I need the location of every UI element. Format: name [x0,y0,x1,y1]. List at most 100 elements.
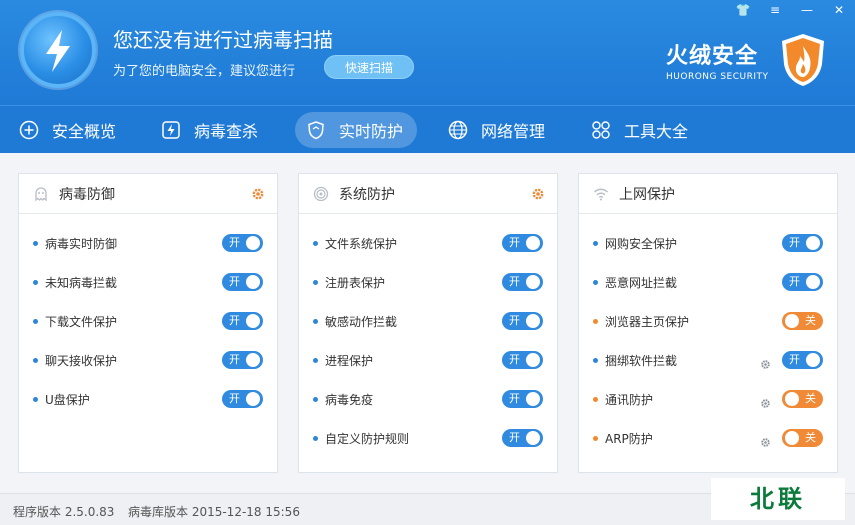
toggle-switch[interactable]: 开 [222,234,263,252]
toggle-switch[interactable]: 开 [502,273,543,291]
tab-virus-scan[interactable]: 病毒查杀 [160,112,258,148]
settings-gear-icon[interactable] [760,394,771,413]
bullet [33,397,38,402]
toggle-switch[interactable]: 关 [782,390,823,408]
toggle-switch[interactable]: 开 [222,351,263,369]
list-item: 敏感动作拦截 开 [299,302,557,341]
toggle-knob [526,275,540,289]
bullet [593,319,598,324]
toggle-switch[interactable]: 开 [782,234,823,252]
toggle-label: 开 [509,431,520,444]
toggle-label: 关 [805,314,816,327]
row-label: U盘保护 [45,393,90,407]
panel-header: 病毒防御 [19,174,277,214]
tab-realtime-protection[interactable]: 实时防护 [295,112,418,148]
gear-icon[interactable] [251,186,265,205]
list-item: 捆绑软件拦截 开 [579,341,837,380]
toggle-switch[interactable]: 关 [782,429,823,447]
toggle-switch[interactable]: 开 [222,273,263,291]
row-label: 未知病毒拦截 [45,276,118,290]
toggle-switch[interactable]: 开 [502,234,543,252]
panel-virus-defense: 病毒防御 病毒实时防御 开 未知病毒拦截 开 下载文件保护 开 聊天接收保护 开… [18,173,278,473]
row-label: 病毒实时防御 [45,237,118,251]
row-label: 文件系统保护 [325,237,398,251]
toggle-label: 开 [509,353,520,366]
toggle-knob [806,275,820,289]
toggle-knob [806,236,820,250]
toggle-knob [526,431,540,445]
bullet [313,358,318,363]
bullet [33,241,38,246]
close-icon[interactable]: ✕ [823,0,855,20]
scan-status-title: 您还没有进行过病毒扫描 [113,28,333,52]
toggle-knob [246,353,260,367]
gear-icon[interactable] [531,186,545,205]
toggle-switch[interactable]: 开 [222,312,263,330]
settings-gear-icon[interactable] [760,433,771,452]
tab-tools[interactable]: 工具大全 [590,112,688,148]
toggle-label: 开 [229,314,240,327]
window-controls: 👕 ≡ — ✕ [727,0,855,20]
toggle-switch[interactable]: 开 [502,390,543,408]
bullet [593,241,598,246]
toggle-switch[interactable]: 开 [502,351,543,369]
menu-icon[interactable]: ≡ [759,0,791,20]
list-item: 病毒实时防御 开 [19,224,277,263]
list-item: 下载文件保护 开 [19,302,277,341]
row-label: ARP防护 [605,432,653,446]
list-item: ARP防护 关 [579,419,837,458]
ghost-icon [33,186,49,202]
watermark: 北联 [711,478,845,520]
toggle-knob [785,314,799,328]
toggle-label: 开 [229,392,240,405]
row-label: 浏览器主页保护 [605,315,690,329]
brand-name: 火绒安全 [666,44,759,69]
toggle-knob [526,353,540,367]
toggle-switch[interactable]: 开 [502,429,543,447]
toggle-knob [246,236,260,250]
list-item: 浏览器主页保护 关 [579,302,837,341]
quick-scan-button[interactable]: 快速扫描 [324,55,414,79]
list-item: 聊天接收保护 开 [19,341,277,380]
toggle-label: 开 [789,353,800,366]
toggle-switch[interactable]: 开 [782,351,823,369]
toggle-knob [246,314,260,328]
panel-title: 上网保护 [619,186,675,203]
toggle-label: 开 [789,236,800,249]
brand-english-name: HUORONG SECURITY [666,72,769,82]
bullet [313,436,318,441]
tab-network-management[interactable]: 网络管理 [447,112,545,148]
list-item: 病毒免疫 开 [299,380,557,419]
settings-gear-icon[interactable] [760,355,771,374]
shield-icon [305,119,327,141]
list-item: 进程保护 开 [299,341,557,380]
plus-circle-icon [18,119,40,141]
bullet [313,280,318,285]
toggle-label: 关 [805,392,816,405]
skin-icon[interactable]: 👕 [727,0,759,20]
bullet [593,397,598,402]
bullet [33,319,38,324]
toggle-label: 开 [509,275,520,288]
toggle-label: 开 [509,236,520,249]
globe-icon [447,119,469,141]
fingerprint-icon [313,186,329,202]
toggle-knob [806,353,820,367]
panel-title: 病毒防御 [59,186,115,203]
toggle-switch[interactable]: 关 [782,312,823,330]
row-label: 病毒免疫 [325,393,374,407]
toggle-label: 开 [509,314,520,327]
toggle-switch[interactable]: 开 [782,273,823,291]
toggle-knob [246,275,260,289]
toggle-knob [526,314,540,328]
toggle-knob [785,392,799,406]
bullet [593,358,598,363]
tab-label: 网络管理 [481,122,546,141]
main-nav: 安全概览 病毒查杀 实时防护 网络管理 工具大全 [0,105,855,153]
minimize-icon[interactable]: — [791,0,823,20]
toggle-switch[interactable]: 开 [502,312,543,330]
panel-internet-protection: 上网保护 网购安全保护 开 恶意网址拦截 开 浏览器主页保护 关 捆绑软件拦截 … [578,173,838,473]
panel-title: 系统防护 [339,186,395,203]
toggle-switch[interactable]: 开 [222,390,263,408]
tab-security-overview[interactable]: 安全概览 [18,112,116,148]
